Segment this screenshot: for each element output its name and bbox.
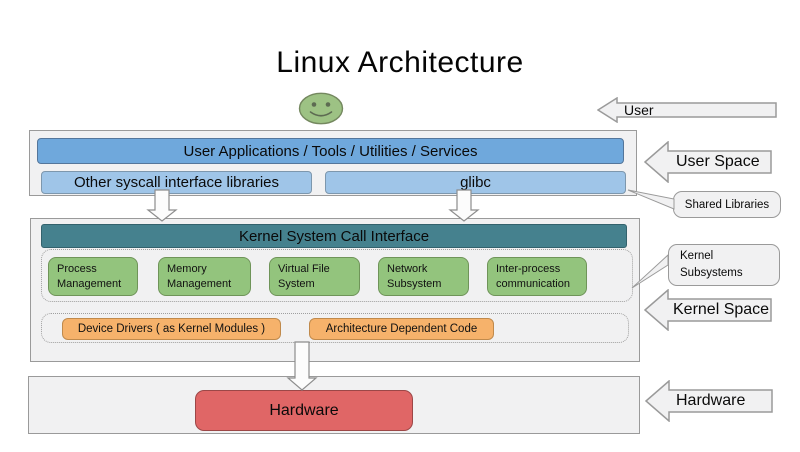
kernel-modules-group: Device Drivers ( as Kernel Modules ) Arc… <box>41 313 629 343</box>
subsystem-box-network-subsystem: Network Subsystem <box>378 257 469 296</box>
user-space-arrow: User Space <box>644 141 772 183</box>
page-title: Linux Architecture <box>0 46 800 80</box>
user-arrow-label: User <box>624 97 654 123</box>
kernel-space-arrow-label: Kernel Space <box>673 289 769 331</box>
kernel-space-arrow: Kernel Space <box>644 289 772 331</box>
kernel-syscall-interface-bar: Kernel System Call Interface <box>41 224 627 248</box>
kernel-subsystems-label: Kernel Subsystems <box>680 248 752 281</box>
module-box-device-drivers: Device Drivers ( as Kernel Modules ) <box>62 318 281 340</box>
linux-architecture-diagram: Linux Architecture User User Application… <box>0 0 800 452</box>
subsystem-box-virtual-file-system: Virtual File System <box>269 257 360 296</box>
other-syscall-libraries-box: Other syscall interface libraries <box>41 171 312 194</box>
user-space-panel: User Applications / Tools / Utilities / … <box>29 130 637 196</box>
kernel-subsystems-group: Process Management Memory Management Vir… <box>41 249 633 302</box>
shared-libraries-label: Shared Libraries <box>685 199 769 211</box>
kernel-space-panel: Kernel System Call Interface Process Man… <box>30 218 640 362</box>
hardware-arrow: Hardware <box>645 380 773 422</box>
subsystem-box-process-management: Process Management <box>48 257 138 296</box>
hardware-panel: Hardware <box>28 376 640 434</box>
kernel-subsystems-callout: Kernel Subsystems <box>668 244 780 286</box>
glibc-box: glibc <box>325 171 626 194</box>
user-applications-bar: User Applications / Tools / Utilities / … <box>37 138 624 164</box>
hardware-arrow-label: Hardware <box>676 380 745 422</box>
module-box-architecture-dependent-code: Architecture Dependent Code <box>309 318 494 340</box>
shared-libraries-callout: Shared Libraries <box>673 191 781 218</box>
subsystem-box-interprocess-communication: Inter-process communication <box>487 257 587 296</box>
user-arrow: User <box>597 97 777 123</box>
smiley-face-icon <box>298 92 344 125</box>
subsystem-box-memory-management: Memory Management <box>158 257 251 296</box>
user-space-arrow-label: User Space <box>676 141 760 183</box>
hardware-box: Hardware <box>195 390 413 431</box>
